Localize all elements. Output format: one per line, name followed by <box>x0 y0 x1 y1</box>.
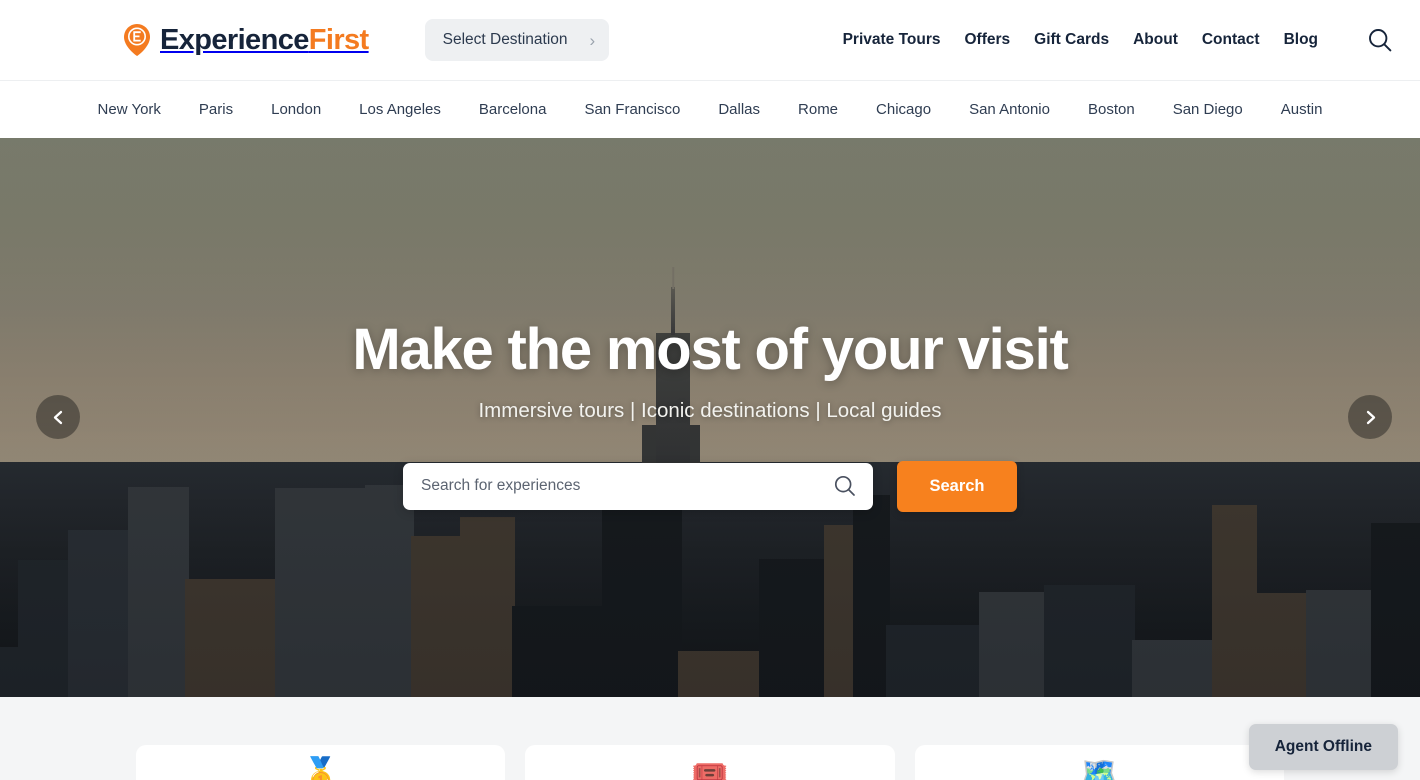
destination-link-san-francisco[interactable]: San Francisco <box>565 101 699 118</box>
search-icon[interactable] <box>1364 24 1396 56</box>
destination-link-chicago[interactable]: Chicago <box>857 101 950 118</box>
nav-item-gift-cards[interactable]: Gift Cards <box>1034 31 1109 49</box>
destination-link-dallas[interactable]: Dallas <box>699 101 779 118</box>
destination-link-austin[interactable]: Austin <box>1262 101 1342 118</box>
hero-subtitle: Immersive tours | Iconic destinations | … <box>478 398 942 422</box>
search-submit-button[interactable]: Search <box>897 460 1017 512</box>
chat-agent-status-label: Agent Offline <box>1274 738 1372 755</box>
search-icon[interactable] <box>833 474 857 498</box>
feature-card[interactable]: 🥇 <box>136 745 506 780</box>
destination-link-barcelona[interactable]: Barcelona <box>460 101 566 118</box>
hero-title: Make the most of your visit <box>352 317 1069 382</box>
nav-item-private-tours[interactable]: Private Tours <box>843 31 941 49</box>
chat-agent-status-widget[interactable]: Agent Offline <box>1248 724 1398 770</box>
logo-text: ExperienceFirst <box>160 24 369 57</box>
destination-link-london[interactable]: London <box>252 101 340 118</box>
destination-link-san-antonio[interactable]: San Antonio <box>950 101 1069 118</box>
destination-link-paris[interactable]: Paris <box>180 101 252 118</box>
carousel-prev-arrow-icon[interactable] <box>36 395 80 439</box>
search-field-wrapper[interactable] <box>403 462 873 510</box>
site-header: ExperienceFirst Select Destination › Pri… <box>0 0 1420 80</box>
feature-cards: 🥇 🎟️ 🗺️ <box>136 745 1284 780</box>
nav-item-blog[interactable]: Blog <box>1284 31 1318 49</box>
select-destination-label: Select Destination <box>442 31 568 48</box>
ticket-icon: 🎟️ <box>691 757 729 780</box>
feature-card[interactable]: 🎟️ <box>525 745 895 780</box>
logo-text-accent: First <box>308 23 369 56</box>
medal-icon: 🥇 <box>301 757 340 780</box>
feature-card[interactable]: 🗺️ <box>914 745 1284 780</box>
destination-link-rome[interactable]: Rome <box>779 101 857 118</box>
chevron-right-icon: › <box>589 30 596 50</box>
map-pin-logo-icon <box>124 24 150 56</box>
hero-content: Make the most of your visit Immersive to… <box>0 138 1420 697</box>
main-navigation: Private Tours Offers Gift Cards About Co… <box>843 24 1396 56</box>
feature-cards-section: 🥇 🎟️ 🗺️ <box>0 697 1420 780</box>
destinations-bar: New York Paris London Los Angeles Barcel… <box>0 80 1420 138</box>
logo-text-primary: Experience <box>160 23 309 56</box>
logo[interactable]: ExperienceFirst <box>124 24 369 57</box>
hero-banner: Make the most of your visit Immersive to… <box>0 138 1420 697</box>
select-destination-button[interactable]: Select Destination › <box>424 19 610 61</box>
destination-link-los-angeles[interactable]: Los Angeles <box>340 101 460 118</box>
destination-link-san-diego[interactable]: San Diego <box>1154 101 1262 118</box>
destination-link-boston[interactable]: Boston <box>1069 101 1154 118</box>
world-map-icon: 🗺️ <box>1080 757 1118 780</box>
carousel-next-arrow-icon[interactable] <box>1348 395 1392 439</box>
nav-item-contact[interactable]: Contact <box>1202 31 1260 49</box>
hero-search-row: Search <box>403 460 1017 512</box>
destination-link-new-york[interactable]: New York <box>79 101 180 118</box>
nav-item-offers[interactable]: Offers <box>965 31 1011 49</box>
search-input[interactable] <box>421 477 833 496</box>
nav-item-about[interactable]: About <box>1133 31 1178 49</box>
